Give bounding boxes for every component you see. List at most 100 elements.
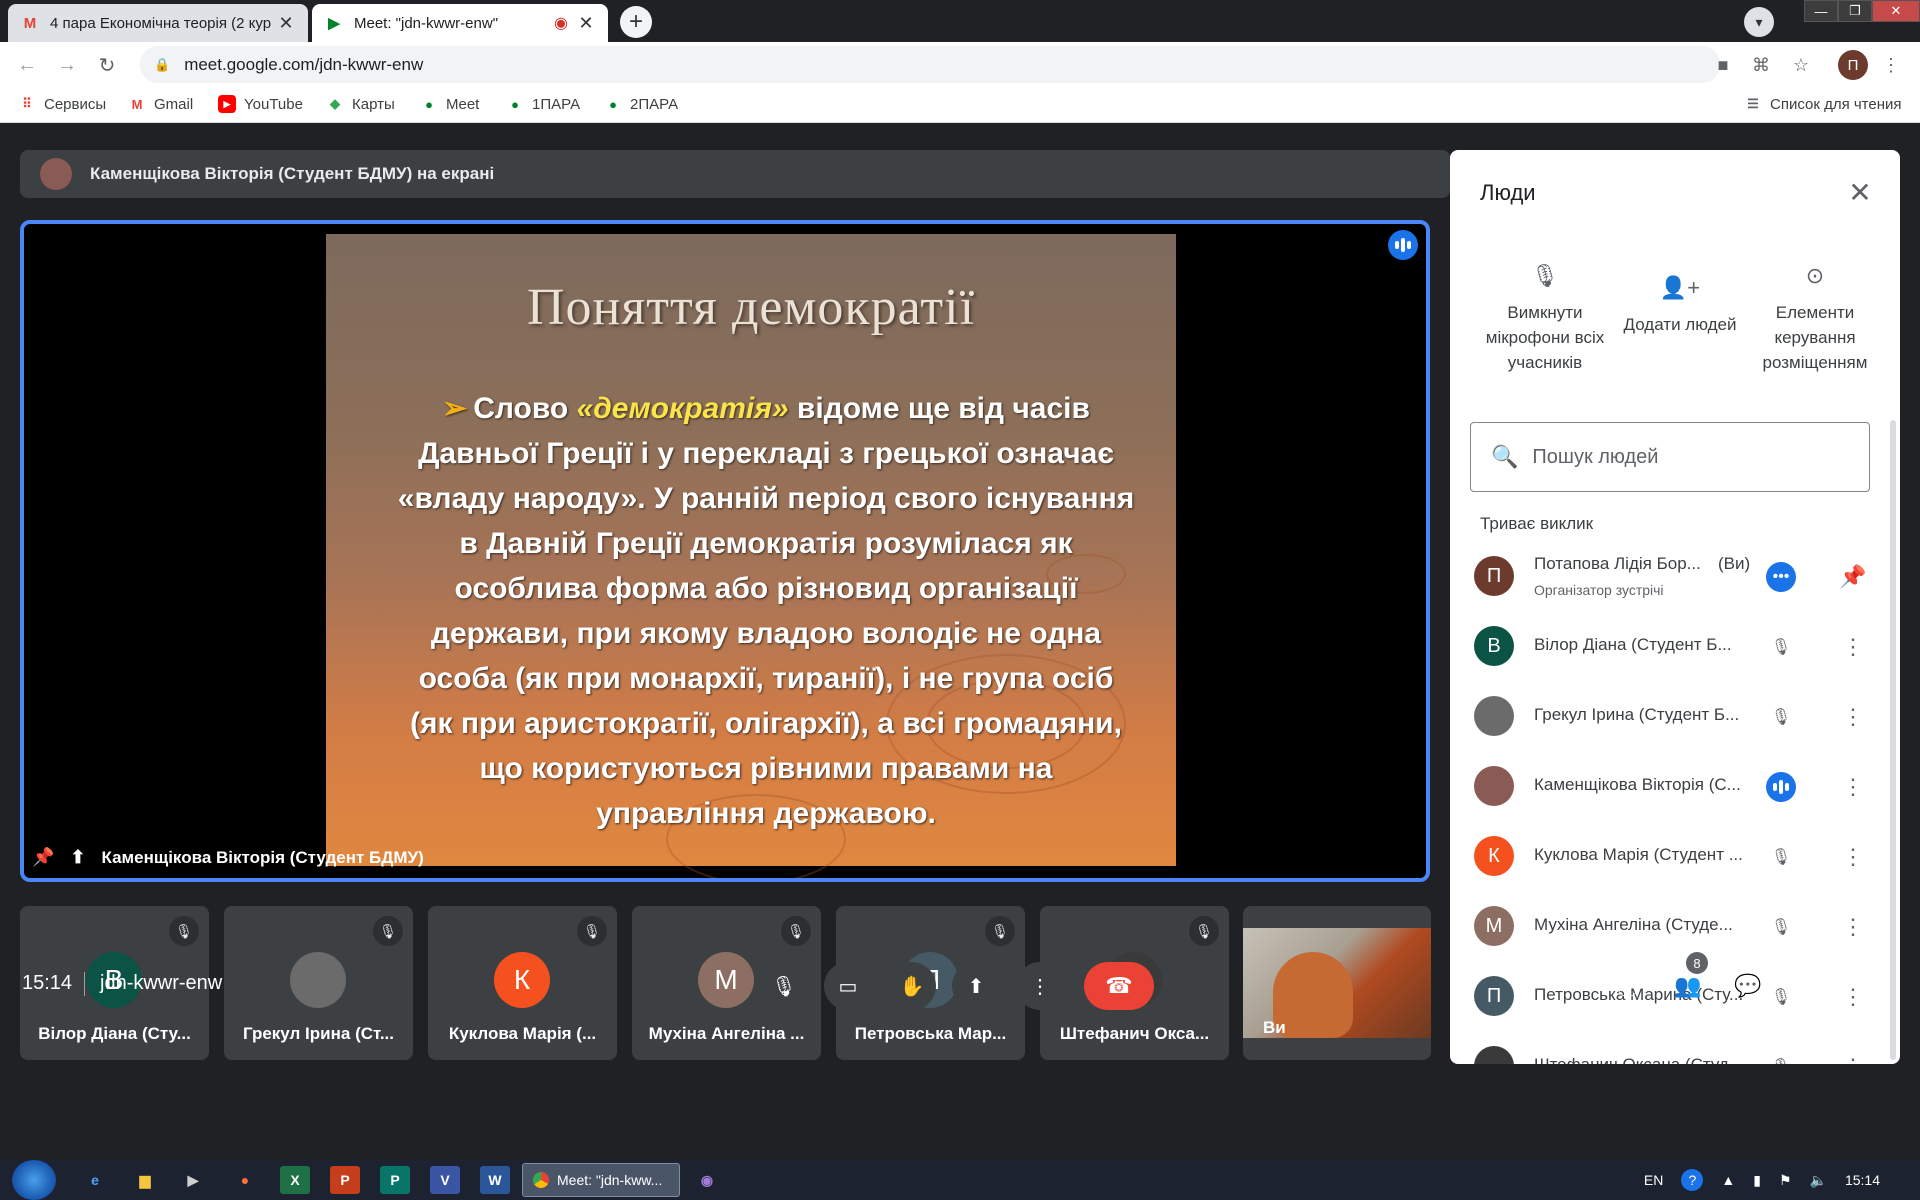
new-tab-button[interactable]: +	[620, 6, 652, 38]
close-window-button[interactable]: ✕	[1872, 0, 1920, 22]
meeting-clock: 15:14	[22, 972, 73, 994]
participant-thumb[interactable]: 🎙 К Куклова Марія (...	[428, 906, 617, 1060]
pin-icon[interactable]: 📌	[1838, 562, 1868, 592]
close-tab-icon[interactable]: ✕	[276, 13, 296, 34]
mic-off-icon[interactable]: 🎙	[1766, 632, 1796, 662]
mic-off-icon[interactable]: 🎙	[1766, 842, 1796, 872]
people-panel: Люди ✕ 🎙 Вимкнути мікрофони всіх учасник…	[1450, 150, 1900, 1064]
more-options-icon[interactable]: ⋮	[1838, 632, 1868, 662]
mic-off-icon[interactable]: 🎙	[1766, 702, 1796, 732]
tray-expand-icon[interactable]: ▲	[1721, 1172, 1735, 1188]
more-options-icon[interactable]: ⋮	[1838, 912, 1868, 942]
presenter-avatar	[40, 158, 72, 190]
start-button[interactable]	[12, 1160, 56, 1200]
back-icon[interactable]: ←	[12, 50, 42, 80]
bookmark-1para[interactable]: ● 1ПАРА	[506, 95, 580, 113]
people-row[interactable]: Грекул Ірина (Студент Б... 🎙 ⋮	[1474, 686, 1874, 746]
bookmark-services[interactable]: ⠿ Сервисы	[18, 95, 106, 113]
tab-meet[interactable]: ▶ Meet: "jdn-kwwr-enw" ◉ ✕	[312, 4, 608, 42]
profile-avatar[interactable]: П	[1838, 50, 1868, 80]
speaking-indicator-icon	[1388, 230, 1418, 260]
bookmark-gmail[interactable]: M Gmail	[128, 95, 194, 113]
people-row[interactable]: В Вілор Діана (Студент Б... 🎙 ⋮	[1474, 616, 1874, 676]
microphone-button[interactable]: 🎙	[760, 962, 808, 1010]
search-placeholder: Пошук людей	[1532, 445, 1659, 468]
slide-title: Поняття демократії	[526, 279, 976, 336]
pin-icon[interactable]: 📌	[32, 847, 54, 868]
meeting-info-button[interactable]: ⓘ	[1610, 968, 1646, 1004]
firefox-icon[interactable]: ●	[230, 1166, 260, 1194]
camera-icon: ▭	[838, 975, 858, 998]
self-view-thumb[interactable]: Ви	[1243, 906, 1431, 1060]
mic-off-icon[interactable]: 🎙	[1766, 912, 1796, 942]
ie-icon[interactable]: e	[80, 1166, 110, 1194]
avatar	[1474, 1046, 1514, 1064]
address-bar[interactable]: 🔒 meet.google.com/jdn-kwwr-enw	[140, 46, 1720, 83]
help-icon[interactable]: ?	[1681, 1169, 1704, 1191]
more-options-icon[interactable]: ⋮	[1838, 842, 1868, 872]
translate-icon[interactable]: ⌘	[1748, 52, 1774, 78]
language-indicator[interactable]: EN	[1644, 1172, 1663, 1188]
reading-list[interactable]: ☰ Список для чтения	[1744, 95, 1901, 113]
mute-all-button[interactable]: 🎙 Вимкнути мікрофони всіх учасників	[1470, 250, 1620, 375]
menu-icon[interactable]: ⋮	[1878, 52, 1904, 78]
camera-icon[interactable]: ■	[1710, 52, 1736, 78]
meeting-code: jdn-kwwr-enw	[100, 972, 223, 994]
reload-icon[interactable]: ↻	[92, 50, 122, 80]
bookmark-youtube[interactable]: ▶ YouTube	[218, 95, 303, 113]
end-call-button[interactable]: ☎	[1084, 962, 1154, 1010]
people-row[interactable]: П Потапова Лідія Бор... (Ви) Організатор…	[1474, 546, 1874, 606]
visio-icon[interactable]: V	[430, 1166, 460, 1194]
mic-off-icon[interactable]: 🎙	[1766, 1052, 1796, 1064]
camera-button[interactable]: ▭	[824, 962, 872, 1010]
activities-button[interactable]: ⬡	[1790, 968, 1826, 1004]
chat-button[interactable]: 💬	[1730, 968, 1766, 1004]
more-vert-icon: ⋮	[1030, 975, 1050, 998]
viber-icon[interactable]: ◉	[692, 1166, 722, 1194]
people-row[interactable]: К Куклова Марія (Студент ... 🎙 ⋮	[1474, 826, 1874, 886]
media-player-icon[interactable]: ▶	[178, 1166, 208, 1194]
add-people-button[interactable]: 👤+ Додати людей	[1605, 262, 1755, 337]
more-options-button[interactable]: ⋮	[1016, 962, 1064, 1010]
close-tab-icon[interactable]: ✕	[576, 13, 596, 34]
forward-icon[interactable]: →	[52, 50, 82, 80]
tab-gmail[interactable]: M 4 пара Економічна теорія (2 кур ✕	[8, 4, 308, 42]
flag-icon[interactable]: ⚑	[1779, 1172, 1792, 1189]
taskbar-clock: 15:14	[1844, 1172, 1880, 1188]
people-row[interactable]: Каменщікова Вікторія (С... ⋮	[1474, 756, 1874, 816]
close-icon[interactable]: ✕	[1842, 174, 1878, 210]
raise-hand-button[interactable]: ✋	[888, 962, 936, 1010]
people-scrollbar[interactable]	[1890, 420, 1896, 1060]
tab-search-icon[interactable]: ▾	[1744, 7, 1774, 37]
more-options-icon[interactable]: ⋮	[1838, 702, 1868, 732]
publisher-icon[interactable]: P	[380, 1166, 410, 1194]
present-button[interactable]: ⬆	[952, 962, 1000, 1010]
bookmark-maps[interactable]: ◆ Карты	[326, 95, 395, 113]
network-icon[interactable]: ▮	[1753, 1172, 1761, 1189]
bookmark-star-icon[interactable]: ☆	[1788, 52, 1814, 78]
bookmark-2para[interactable]: ● 2ПАРА	[604, 95, 678, 113]
folder-icon[interactable]: ▆	[130, 1166, 160, 1194]
taskbar-chrome-window[interactable]: Meet: "jdn-kww...	[522, 1163, 680, 1197]
powerpoint-icon[interactable]: P	[330, 1166, 360, 1194]
volume-icon[interactable]: 🔈	[1810, 1172, 1827, 1189]
more-options-icon[interactable]: •••	[1766, 562, 1796, 592]
bookmark-meet[interactable]: ● Meet	[420, 95, 479, 113]
you-label: (Ви)	[1718, 554, 1751, 573]
excel-icon[interactable]: X	[280, 1166, 310, 1194]
people-row[interactable]: М Мухіна Ангеліна (Студе... 🎙 ⋮	[1474, 896, 1874, 956]
host-controls-button[interactable]: ⊙ Елементи керування розміщенням	[1740, 250, 1890, 375]
add-person-icon: 👤+	[1659, 274, 1701, 300]
presentation-tile[interactable]: Поняття демократії ➢ Слово «демократія» в…	[20, 220, 1430, 882]
apps-grid-icon: ⠿	[22, 96, 32, 111]
people-row[interactable]: Штефанич Оксана (Студ... 🎙 ⋮	[1474, 1036, 1874, 1064]
search-people-input[interactable]: 🔍 Пошук людей	[1470, 422, 1870, 492]
more-options-icon[interactable]: ⋮	[1838, 1052, 1868, 1064]
maximize-button[interactable]: ❐	[1838, 0, 1872, 22]
host-controls-button[interactable]: 🛡	[1850, 968, 1886, 1004]
minimize-button[interactable]: —	[1804, 0, 1838, 22]
word-icon[interactable]: W	[480, 1166, 510, 1194]
participant-thumb[interactable]: 🎙 Грекул Ірина (Ст...	[224, 906, 413, 1060]
more-options-icon[interactable]: ⋮	[1838, 772, 1868, 802]
slide-body: ➢ Слово «демократія» відоме ще від часів …	[397, 392, 1135, 830]
